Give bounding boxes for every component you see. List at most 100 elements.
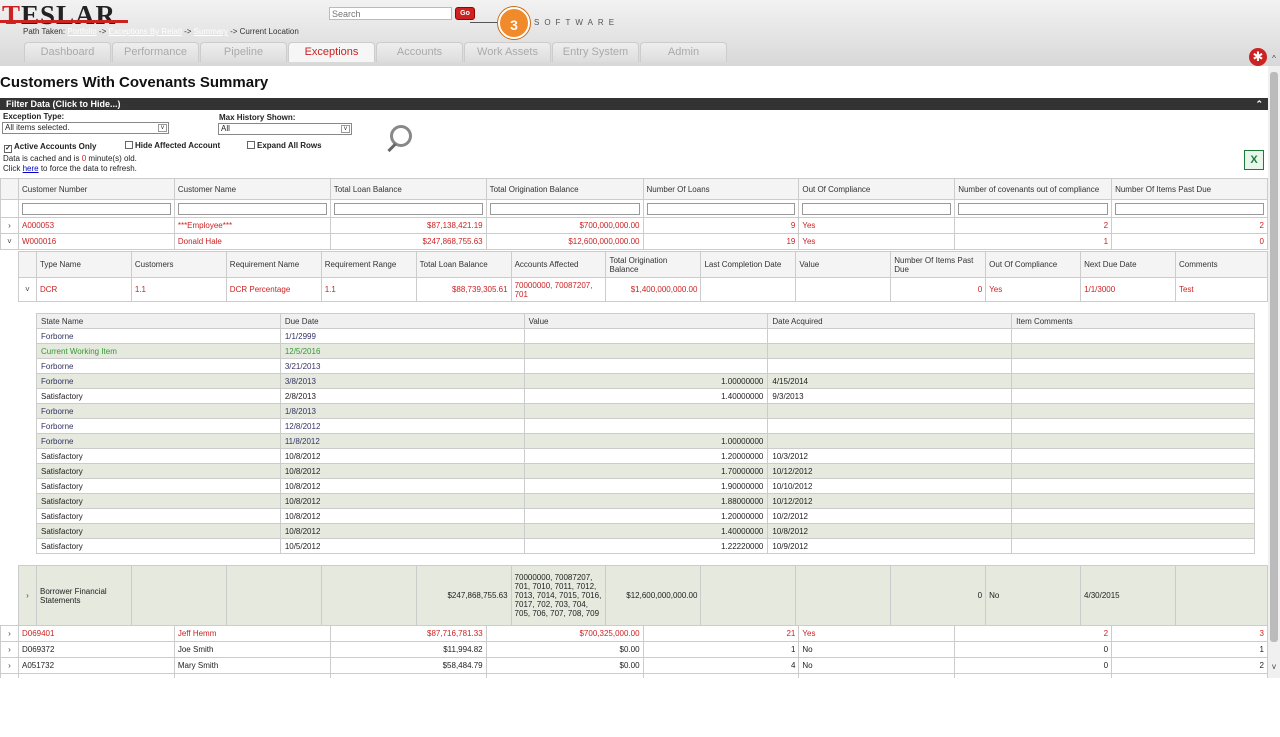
col-total-origination-balance[interactable]: Total Origination Balance: [605, 251, 702, 278]
max-history-select[interactable]: All v: [218, 123, 352, 135]
state-row[interactable]: Forborne 11/8/2012 1.00000000: [36, 433, 1255, 449]
checkbox-icon[interactable]: [247, 141, 255, 149]
col-comments[interactable]: Comments: [1174, 251, 1269, 278]
col-customers[interactable]: Customers: [130, 251, 227, 278]
state-row[interactable]: Satisfactory 10/8/2012 1.20000000 10/2/2012: [36, 508, 1255, 524]
state-row[interactable]: Satisfactory 10/8/2012 1.40000000 10/8/2012: [36, 523, 1255, 539]
filter-input-total-loan[interactable]: [333, 202, 483, 215]
tab-exceptions[interactable]: Exceptions: [288, 42, 375, 62]
state-row[interactable]: Forborne 3/21/2013: [36, 358, 1255, 374]
col-out-of-compliance[interactable]: Out Of Compliance: [798, 178, 956, 200]
table-row[interactable]: › D069372 Joe Smith $11,994.82 $0.00 1 No 0 1: [0, 641, 1268, 658]
table-row[interactable]: › Borrower Financial Statements $247,868…: [18, 565, 1269, 626]
col-type-name[interactable]: Type Name: [35, 251, 132, 278]
state-row[interactable]: Satisfactory 10/8/2012 1.90000000 10/10/201…: [36, 478, 1255, 494]
table-row[interactable]: › A051732 Mary Smith $58,484.79 $0.00 4 No 0 2: [0, 657, 1268, 674]
go-button[interactable]: Go: [455, 7, 475, 20]
col-total-loan-balance[interactable]: Total Loan Balance: [329, 178, 487, 200]
col-total-origination-balance[interactable]: Total Origination Balance: [485, 178, 644, 200]
tab-admin[interactable]: Admin: [640, 42, 727, 62]
refresh-link[interactable]: here: [23, 164, 39, 173]
table-row[interactable]: ˅ W000016 Donald Hale $247,868,755.63 $1…: [0, 233, 1268, 250]
expand-icon[interactable]: ›: [0, 641, 19, 658]
cell-state-name: Satisfactory: [36, 508, 281, 524]
col-due-date[interactable]: Due Date: [279, 313, 525, 329]
filter-input-customer-name[interactable]: [177, 202, 327, 215]
col-items-past-due[interactable]: Number Of Items Past Due: [890, 251, 987, 278]
scrollbar-thumb[interactable]: [1270, 72, 1278, 642]
col-total-loan-balance[interactable]: Total Loan Balance: [415, 251, 512, 278]
state-row[interactable]: Satisfactory 10/8/2012 1.88000000 10/12/201…: [36, 493, 1255, 509]
state-row[interactable]: Forborne 1/1/2999: [36, 328, 1255, 344]
col-accounts-affected[interactable]: Accounts Affected: [510, 251, 607, 278]
cell-date-acquired: 10/9/2012: [767, 538, 1013, 554]
tab-performance[interactable]: Performance: [112, 42, 199, 62]
page-scrollbar[interactable]: ^ v: [1268, 54, 1280, 678]
state-row[interactable]: Current Working Item 12/5/2016: [36, 343, 1255, 359]
col-next-due-date[interactable]: Next Due Date: [1080, 251, 1176, 278]
col-requirement-range[interactable]: Requirement Range: [320, 251, 417, 278]
tab-work-assets[interactable]: Work Assets: [464, 42, 551, 62]
state-row[interactable]: Satisfactory 2/8/2013 1.40000000 9/3/2013: [36, 388, 1255, 404]
exception-type-select[interactable]: All items selected. v: [2, 122, 169, 134]
breadcrumb-portfolio[interactable]: Portfolio: [67, 27, 96, 36]
search-input[interactable]: [329, 7, 452, 20]
filter-input-origination[interactable]: [489, 202, 640, 215]
collapse-icon[interactable]: ⌃: [1255, 98, 1263, 110]
filter-input-customer-number[interactable]: [21, 202, 171, 215]
col-value[interactable]: Value: [523, 313, 769, 329]
state-row[interactable]: Forborne 1/8/2013: [36, 403, 1255, 419]
state-row[interactable]: Forborne 3/8/2013 1.00000000 4/15/2014: [36, 373, 1255, 389]
cell-state-name: Forborne: [36, 328, 281, 344]
breadcrumb-exceptions[interactable]: Exceptions By Relati: [108, 27, 181, 36]
col-customer-name[interactable]: Customer Name: [173, 178, 331, 200]
filter-input-loans[interactable]: [646, 202, 796, 215]
col-out-of-compliance[interactable]: Out Of Compliance: [985, 251, 1082, 278]
active-accounts-checkbox[interactable]: ✓ Active Accounts Only: [4, 142, 96, 153]
scroll-up-icon[interactable]: ^: [1268, 54, 1280, 64]
filter-input-covenants[interactable]: [958, 202, 1109, 215]
filter-input-compliance[interactable]: [802, 202, 952, 215]
table-row[interactable]: ˅ DCR 1.1 DCR Percentage 1.1 $88,739,305…: [18, 277, 1269, 302]
expand-icon[interactable]: ›: [0, 217, 19, 234]
cell-next-due: 4/30/2015: [1080, 565, 1176, 626]
col-last-completion-date[interactable]: Last Completion Date: [700, 251, 797, 278]
filter-toggle-bar[interactable]: Filter Data (Click to Hide...) ⌃: [0, 98, 1268, 110]
table-row[interactable]: › D069401 Jeff Hemm $87,716,781.33 $700,325,…: [0, 625, 1268, 642]
scroll-down-icon[interactable]: v: [1268, 662, 1280, 672]
col-value[interactable]: Value: [795, 251, 892, 278]
expand-icon[interactable]: ›: [0, 625, 19, 642]
expand-all-checkbox[interactable]: Expand All Rows: [247, 141, 322, 150]
tab-dashboard[interactable]: Dashboard: [24, 42, 111, 62]
col-customer-number[interactable]: Customer Number: [17, 178, 175, 200]
gear-icon[interactable]: ✱: [1249, 48, 1267, 66]
hide-affected-checkbox[interactable]: Hide Affected Account: [125, 141, 220, 150]
state-row[interactable]: Satisfactory 10/5/2012 1.22220000 10/9/2012: [36, 538, 1255, 554]
col-item-comments[interactable]: Item Comments: [1011, 313, 1255, 329]
col-requirement-name[interactable]: Requirement Name: [225, 251, 322, 278]
tab-entry-system[interactable]: Entry System: [552, 42, 639, 62]
tab-accounts[interactable]: Accounts: [376, 42, 463, 62]
hide-affected-label: Hide Affected Account: [135, 141, 221, 150]
state-row[interactable]: Forborne 12/8/2012: [36, 418, 1255, 434]
col-number-of-loans[interactable]: Number Of Loans: [642, 178, 800, 200]
table-row[interactable]: › A000053 ***Employee*** $87,138,421.19 …: [0, 217, 1268, 234]
checkbox-icon[interactable]: [125, 141, 133, 149]
checkbox-checked-icon[interactable]: ✓: [4, 145, 12, 153]
excel-export-icon[interactable]: X: [1244, 150, 1264, 170]
collapse-row-icon[interactable]: ˅: [18, 277, 37, 302]
state-row[interactable]: Satisfactory 10/8/2012 1.20000000 10/3/2012: [36, 448, 1255, 464]
col-state-name[interactable]: State Name: [36, 313, 281, 329]
col-items-past-due[interactable]: Number Of Items Past Due: [1111, 178, 1268, 200]
collapse-row-icon[interactable]: ˅: [0, 233, 19, 250]
state-row[interactable]: Satisfactory 10/8/2012 1.70000000 10/12/201…: [36, 463, 1255, 479]
col-date-acquired[interactable]: Date Acquired: [767, 313, 1013, 329]
breadcrumb-summary[interactable]: Summary: [194, 27, 228, 36]
tab-pipeline[interactable]: Pipeline: [200, 42, 287, 62]
cell-date-acquired: 10/8/2012: [767, 523, 1013, 539]
filter-input-past-due[interactable]: [1115, 202, 1264, 215]
cell-covenants: 1: [954, 233, 1113, 250]
col-covenants-out-of-compliance[interactable]: Number of covenants out of compliance: [954, 178, 1113, 200]
expand-icon[interactable]: ›: [18, 565, 37, 626]
expand-icon[interactable]: ›: [0, 657, 19, 674]
